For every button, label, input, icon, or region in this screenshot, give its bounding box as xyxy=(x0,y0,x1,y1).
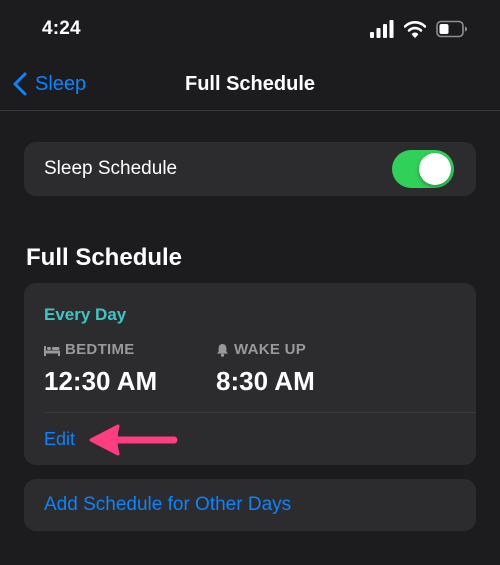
schedule-frequency: Every Day xyxy=(44,305,127,324)
edit-schedule-button[interactable]: Edit xyxy=(44,429,75,450)
add-schedule-button[interactable]: Add Schedule for Other Days xyxy=(24,479,476,531)
wakeup-caption-row: WAKE UP xyxy=(216,341,315,358)
bedtime-block: BEDTIME 12:30 AM xyxy=(44,341,157,397)
bedtime-value: 12:30 AM xyxy=(44,366,158,396)
bedtime-caption-row: BEDTIME xyxy=(44,341,157,358)
battery-icon xyxy=(436,20,467,38)
bedtime-caption: BEDTIME xyxy=(65,341,135,358)
add-schedule-label: Add Schedule for Other Days xyxy=(44,494,292,515)
toggle-knob xyxy=(419,153,451,185)
wakeup-caption: WAKE UP xyxy=(234,341,307,358)
sleep-schedule-label: Sleep Schedule xyxy=(44,158,178,179)
signal-icon xyxy=(370,20,394,38)
bed-icon xyxy=(44,345,60,356)
card-divider xyxy=(44,412,476,413)
sleep-schedule-row: Sleep Schedule xyxy=(24,142,476,196)
status-bar: 4:24 xyxy=(0,0,500,56)
annotation-arrow-icon xyxy=(89,424,178,456)
sleep-schedule-toggle[interactable] xyxy=(392,150,454,188)
section-title: Full Schedule xyxy=(26,244,183,271)
alarm-bell-icon xyxy=(217,343,228,357)
wakeup-value: 8:30 AM xyxy=(216,366,315,396)
navigation-bar: Sleep Full Schedule xyxy=(0,56,500,111)
wifi-icon xyxy=(404,21,426,38)
page-title: Full Schedule xyxy=(184,73,316,95)
status-time: 4:24 xyxy=(42,18,81,39)
wakeup-block: WAKE UP 8:30 AM xyxy=(216,341,315,397)
